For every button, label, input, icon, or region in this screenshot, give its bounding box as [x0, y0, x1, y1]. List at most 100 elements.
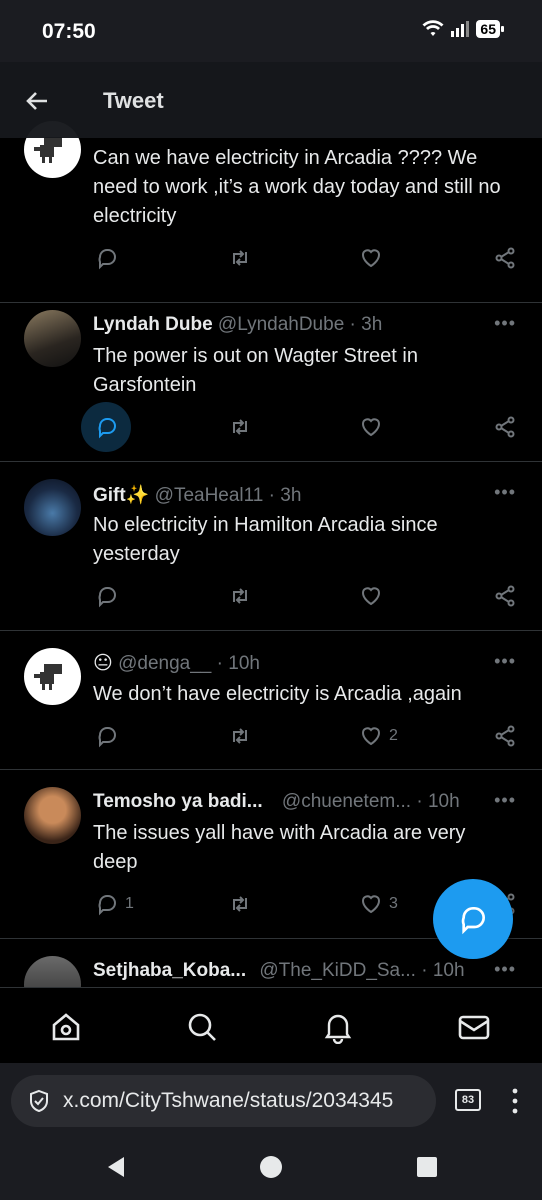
back-arrow-icon[interactable] — [24, 88, 50, 114]
like-button[interactable] — [359, 415, 389, 439]
heart-icon — [362, 249, 380, 268]
more-options-icon[interactable]: ••• — [494, 651, 516, 672]
like-button[interactable] — [359, 584, 389, 608]
tweet-item[interactable]: 😐 @denga__ · 10h ••• We don’t have elect… — [0, 631, 542, 770]
status-bar: 07:50 65 — [0, 0, 542, 62]
heart-icon — [362, 587, 380, 606]
tweet-time: · 3h — [349, 314, 383, 335]
avatar[interactable] — [24, 956, 81, 987]
like-button[interactable] — [359, 246, 389, 270]
like-button[interactable]: 3 — [359, 892, 398, 916]
author-handle[interactable]: @denga__ — [118, 653, 211, 674]
author-name[interactable]: Gift✨ — [93, 485, 149, 506]
like-count: 3 — [389, 895, 398, 912]
reply-icon — [98, 418, 116, 439]
messages-mail-icon[interactable] — [457, 1010, 491, 1044]
author-name[interactable]: Lyndah Dube — [93, 314, 213, 335]
home-circle-icon[interactable] — [259, 1155, 283, 1179]
like-button[interactable]: 2 — [359, 724, 398, 748]
avatar[interactable] — [24, 310, 81, 367]
dino-avatar-icon — [34, 664, 62, 690]
retweet-button[interactable] — [228, 724, 252, 748]
share-icon — [495, 585, 515, 607]
reply-icon — [98, 727, 116, 748]
tweet-actions — [93, 246, 523, 276]
more-vertical-icon[interactable] — [510, 1087, 520, 1115]
reply-icon — [98, 587, 116, 608]
like-count: 2 — [389, 727, 398, 744]
tabs-count-button[interactable]: 83 — [455, 1089, 481, 1111]
status-time: 07:50 — [42, 20, 96, 43]
reply-button[interactable] — [95, 724, 125, 748]
retweet-icon — [233, 728, 247, 744]
retweet-button[interactable] — [228, 892, 252, 916]
reply-fab-button[interactable] — [433, 879, 513, 959]
retweet-button[interactable] — [228, 415, 252, 439]
tweet-item[interactable]: Gift✨ @TeaHeal11 · 3h ••• No electricity… — [0, 462, 542, 631]
reply-button[interactable] — [95, 415, 125, 439]
avatar[interactable] — [24, 787, 81, 844]
more-options-icon[interactable]: ••• — [494, 959, 516, 980]
tweet-text: We don’t have electricity is Arcadia ,ag… — [93, 683, 462, 705]
avatar[interactable] — [24, 648, 81, 705]
author-handle[interactable]: @chuenetem... — [282, 791, 411, 812]
signal-icon — [451, 21, 470, 37]
author-handle[interactable]: @LyndahDube — [218, 314, 344, 335]
bottom-navigation — [0, 987, 542, 1064]
share-button[interactable] — [493, 584, 517, 608]
heart-icon — [362, 727, 380, 746]
share-icon — [495, 725, 515, 747]
shield-check-icon[interactable] — [27, 1089, 51, 1113]
more-options-icon[interactable]: ••• — [494, 790, 516, 811]
retweet-button[interactable] — [228, 246, 252, 270]
tweet-text: The power is out on Wagter Street in Gar… — [93, 345, 418, 396]
author-name[interactable]: Setjhaba_Koba... — [93, 960, 246, 981]
tweet-actions — [93, 584, 523, 614]
system-navigation — [0, 1141, 542, 1200]
back-triangle-icon[interactable] — [104, 1155, 128, 1179]
home-icon[interactable] — [49, 1010, 83, 1044]
author-name[interactable]: 😐 — [93, 653, 113, 674]
reply-button[interactable] — [95, 246, 125, 270]
reply-button[interactable]: 1 — [95, 892, 134, 916]
tweet-header: Lyndah Dube @LyndahDube · 3h — [93, 314, 382, 336]
reply-count: 1 — [125, 895, 134, 912]
share-button[interactable] — [493, 415, 517, 439]
reply-icon — [98, 895, 116, 916]
app-header: Tweet — [0, 62, 542, 138]
url-text: x.com/CityTshwane/status/2034345 — [63, 1089, 394, 1112]
search-icon[interactable] — [185, 1010, 219, 1044]
more-options-icon[interactable]: ••• — [494, 313, 516, 334]
retweet-icon — [233, 250, 247, 266]
tweet-text: The issues yall have with Arcadia are ve… — [93, 822, 466, 873]
recents-square-icon[interactable] — [416, 1156, 438, 1178]
author-name[interactable]: Temosho ya badi... — [93, 791, 263, 812]
tweet-header: Gift✨ @TeaHeal11 · 3h — [93, 483, 301, 507]
retweet-icon — [233, 419, 247, 435]
tweet-time: · 10h — [216, 653, 260, 674]
browser-toolbar: x.com/CityTshwane/status/2034345 83 — [0, 1063, 542, 1141]
reply-button[interactable] — [95, 584, 125, 608]
notifications-bell-icon[interactable] — [321, 1010, 355, 1044]
tweet-feed[interactable]: Can we have electricity in Arcadia ???? … — [0, 62, 542, 987]
retweet-icon — [233, 588, 247, 604]
tweet-header: Temosho ya badi... @chuenetem... · 10h — [93, 791, 460, 813]
share-button[interactable] — [493, 724, 517, 748]
retweet-button[interactable] — [228, 584, 252, 608]
retweet-icon — [233, 896, 247, 912]
share-icon — [495, 247, 515, 269]
reply-icon — [461, 907, 485, 935]
avatar[interactable] — [24, 479, 81, 536]
status-icons: 65 — [422, 20, 504, 38]
author-handle[interactable]: @The_KiDD_Sa... — [259, 960, 416, 981]
tweet-actions: 2 — [93, 724, 523, 754]
more-options-icon[interactable]: ••• — [494, 482, 516, 503]
tweet-time: · 10h — [416, 791, 460, 812]
tweet-item[interactable]: Lyndah Dube @LyndahDube · 3h ••• The pow… — [0, 293, 542, 462]
author-handle[interactable]: @TeaHeal11 — [155, 485, 264, 506]
address-bar[interactable]: x.com/CityTshwane/status/2034345 — [11, 1075, 436, 1127]
tweet-header: 😐 @denga__ · 10h — [93, 652, 260, 675]
share-button[interactable] — [493, 246, 517, 270]
tweet-text: No electricity in Hamilton Arcadia since… — [93, 514, 438, 565]
page-title: Tweet — [103, 88, 164, 113]
